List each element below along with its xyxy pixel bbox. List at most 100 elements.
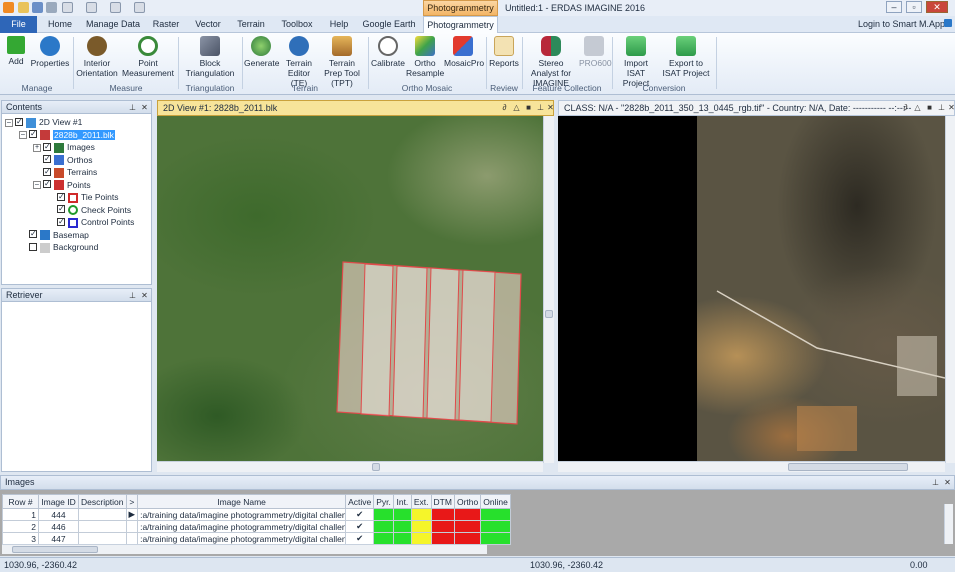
tree-item[interactable]: Terrains xyxy=(5,166,151,179)
tree-expander-icon[interactable]: – xyxy=(19,131,27,140)
tree-expander-icon[interactable]: + xyxy=(33,143,41,152)
cell-marker[interactable] xyxy=(125,520,139,533)
view1-map[interactable] xyxy=(157,116,543,463)
ortho-resample-button[interactable]: Ortho Resample xyxy=(406,36,444,78)
cell-marker[interactable]: ▶ xyxy=(125,508,139,521)
column-header[interactable]: Int. xyxy=(392,494,412,509)
tree-checkbox[interactable] xyxy=(57,191,65,203)
cell-active[interactable]: ✔ xyxy=(345,520,375,533)
tree-item[interactable]: Check Points xyxy=(5,203,151,217)
block-triangulation-button[interactable]: Block Triangulation xyxy=(181,36,239,78)
tree-item[interactable]: Basemap xyxy=(5,228,151,242)
tree-item[interactable]: – Points xyxy=(5,178,151,192)
save-icon[interactable] xyxy=(32,2,43,13)
status-cell-pyr[interactable] xyxy=(373,520,394,533)
status-cell-ortho[interactable] xyxy=(453,520,482,533)
cell-desc[interactable] xyxy=(78,508,127,521)
minimize-button[interactable]: – xyxy=(886,1,902,13)
pro600-button[interactable]: PRO600 xyxy=(579,36,612,68)
status-cell-int[interactable] xyxy=(392,532,412,545)
point-measurement-button[interactable]: Point Measurement xyxy=(121,36,175,78)
status-cell-dtm[interactable] xyxy=(430,532,455,545)
column-header[interactable]: Online xyxy=(480,494,511,509)
image-footprint[interactable] xyxy=(426,267,460,421)
status-cell-online[interactable] xyxy=(480,508,511,521)
properties-button[interactable]: Properties xyxy=(30,36,70,68)
status-cell-pyr[interactable] xyxy=(373,508,394,521)
stereo-analyst-button[interactable]: Stereo Analyst for IMAGINE xyxy=(524,36,578,88)
pan-icon[interactable] xyxy=(134,2,145,13)
close-button[interactable]: ✕ xyxy=(926,1,948,13)
status-cell-ortho[interactable] xyxy=(453,508,482,521)
tree-expander-icon[interactable]: – xyxy=(33,181,41,190)
undo-icon[interactable] xyxy=(62,2,73,13)
zoom-icon[interactable] xyxy=(110,2,121,13)
tree-item[interactable]: Orthos xyxy=(5,153,151,167)
tree-expander-icon[interactable]: – xyxy=(5,118,13,127)
column-header[interactable]: Ext. xyxy=(410,494,432,509)
cell-row[interactable]: 1 xyxy=(2,508,39,521)
pin-icon[interactable]: ⊥ xyxy=(128,103,137,112)
print-icon[interactable] xyxy=(46,2,57,13)
tree-checkbox[interactable] xyxy=(43,153,51,165)
column-header[interactable]: Ortho xyxy=(453,494,482,509)
cell-id[interactable]: 446 xyxy=(38,520,79,533)
status-cell-ext[interactable] xyxy=(410,508,432,521)
status-cell-ext[interactable] xyxy=(410,520,432,533)
tab-terrain[interactable]: Terrain xyxy=(232,16,270,33)
scroll-thumb[interactable] xyxy=(12,546,98,553)
table-row[interactable]: 2 446:a/training data/imagine photogramme… xyxy=(2,520,511,533)
cell-row[interactable]: 3 xyxy=(2,532,39,545)
maximize-button[interactable]: ▫ xyxy=(906,1,922,13)
close-icon[interactable]: ✕ xyxy=(140,291,149,300)
lock-icon[interactable]: ■ xyxy=(524,103,533,112)
interior-orientation-button[interactable]: Interior Orientation xyxy=(76,36,118,78)
export-isat-button[interactable]: Export to ISAT Project xyxy=(660,36,712,78)
status-cell-int[interactable] xyxy=(392,508,412,521)
tree-checkbox[interactable] xyxy=(29,228,37,240)
tab-google-earth[interactable]: Google Earth xyxy=(362,16,416,33)
terrain-editor-button[interactable]: Terrain Editor (TE) xyxy=(279,36,319,88)
column-header[interactable]: Pyr. xyxy=(373,494,394,509)
view2-horizontal-scrollbar[interactable] xyxy=(558,461,945,472)
tab-raster[interactable]: Raster xyxy=(148,16,184,33)
tree-item[interactable]: + Images xyxy=(5,141,151,154)
status-cell-ext[interactable] xyxy=(410,532,432,545)
close-icon[interactable]: ✕ xyxy=(943,478,952,487)
cell-name[interactable]: :a/training data/imagine photogrammetry/… xyxy=(137,532,347,545)
pin-icon[interactable]: ⊥ xyxy=(536,103,545,112)
column-header[interactable]: > xyxy=(125,494,139,509)
tree-checkbox[interactable] xyxy=(43,141,51,153)
close-icon[interactable]: ✕ xyxy=(140,103,149,112)
column-header[interactable]: Image ID xyxy=(38,494,79,509)
scroll-thumb[interactable] xyxy=(788,463,908,471)
table-horizontal-scrollbar[interactable] xyxy=(2,544,487,554)
tree-checkbox[interactable] xyxy=(29,242,37,251)
cell-id[interactable]: 444 xyxy=(38,508,79,521)
import-isat-button[interactable]: Import ISAT Project xyxy=(614,36,658,88)
cell-id[interactable]: 447 xyxy=(38,532,79,545)
cell-marker[interactable] xyxy=(125,532,139,545)
close-icon[interactable]: ✕ xyxy=(546,103,555,112)
login-link[interactable]: Login to Smart M.App xyxy=(858,19,945,29)
column-header[interactable]: Description xyxy=(78,494,127,509)
open-icon[interactable] xyxy=(18,2,29,13)
generate-button[interactable]: Generate xyxy=(244,36,279,68)
tab-manage-data[interactable]: Manage Data xyxy=(84,16,142,33)
mosaicpro-button[interactable]: MosaicPro xyxy=(444,36,484,68)
help-icon[interactable] xyxy=(944,19,952,27)
link-icon[interactable]: ∂ xyxy=(901,103,910,112)
image-footprint[interactable] xyxy=(458,269,496,423)
cell-name[interactable]: :a/training data/imagine photogrammetry/… xyxy=(137,508,347,521)
column-header[interactable]: Image Name xyxy=(137,494,347,509)
tree-item[interactable]: Background xyxy=(5,241,151,254)
tree-item[interactable]: Control Points xyxy=(5,216,151,229)
tree-checkbox[interactable] xyxy=(57,216,65,228)
pointer-icon[interactable] xyxy=(86,2,97,13)
terrain-prep-tool-button[interactable]: Terrain Prep Tool (TPT) xyxy=(319,36,365,88)
pin-icon[interactable]: ⊥ xyxy=(931,478,940,487)
cell-active[interactable]: ✔ xyxy=(345,508,375,521)
tree-item[interactable]: – 2D View #1 xyxy=(5,116,151,129)
tree-item[interactable]: – 2828b_2011.blk xyxy=(5,128,151,142)
cell-row[interactable]: 2 xyxy=(2,520,39,533)
